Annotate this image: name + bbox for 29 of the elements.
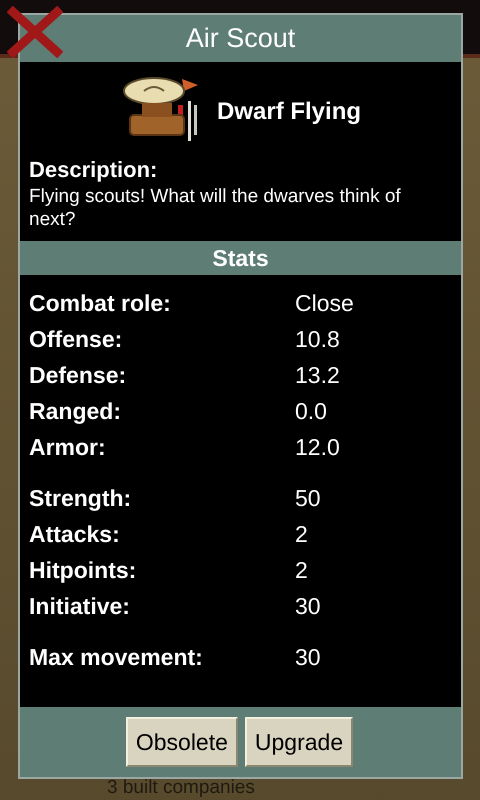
stat-value: 30 (295, 642, 321, 672)
dialog-button[interactable]: Upgrade (244, 717, 354, 767)
stat-label: Initiative: (29, 592, 131, 621)
description-heading: Description: (29, 156, 158, 184)
stats-heading: Stats (212, 244, 269, 273)
stat-value: 0.0 (295, 396, 327, 426)
description-text: Flying scouts! What will the dwarves think of next? (29, 185, 402, 231)
stat-value: Close (295, 288, 354, 318)
stat-label: Ranged: (29, 396, 122, 426)
stat-label: Combat role: (29, 288, 172, 318)
stat-label: Strength: (29, 484, 132, 513)
dialog-button[interactable]: Obsolete (126, 717, 238, 767)
stat-label: Defense: (29, 360, 128, 390)
stat-value: 2 (295, 556, 308, 585)
stat-label: Armor: (29, 432, 107, 462)
close-icon[interactable] (7, 6, 63, 58)
stat-value: 10.8 (295, 324, 340, 354)
unit-name: Dwarf Flying (217, 96, 362, 126)
stat-value: 50 (295, 484, 321, 513)
stat-label: Hitpoints: (29, 556, 138, 585)
dialog-title: Air Scout (186, 22, 296, 56)
stat-value: 30 (295, 592, 321, 621)
stat-value: 2 (295, 520, 308, 549)
stat-label: Offense: (29, 324, 124, 354)
stat-label: Attacks: (29, 520, 121, 549)
stat-value: 13.2 (295, 360, 340, 390)
list-item-caption: 3 built companies (107, 776, 255, 800)
stat-label: Max movement: (29, 642, 204, 672)
stat-value: 12.0 (295, 432, 340, 462)
